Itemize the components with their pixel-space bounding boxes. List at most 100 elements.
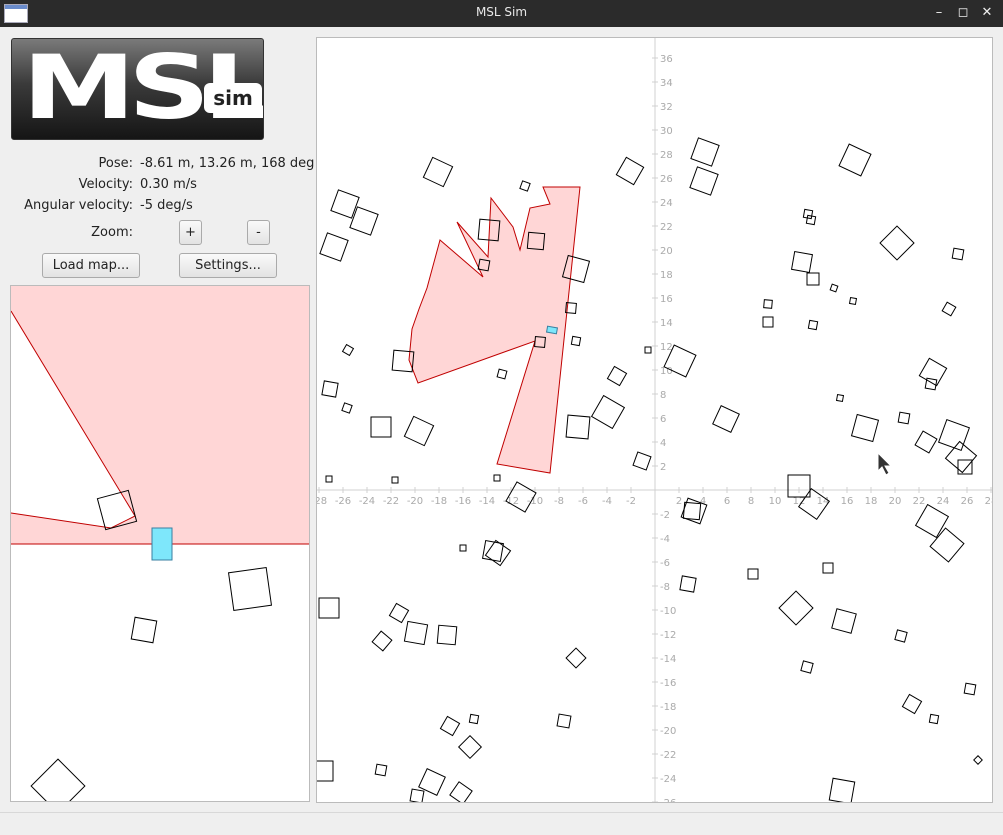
obstacle xyxy=(319,232,349,262)
obstacle xyxy=(848,296,858,306)
x-tick-label: 2 xyxy=(676,496,682,507)
obstacle xyxy=(806,272,820,286)
obstacle xyxy=(929,527,965,563)
y-tick-label: 36 xyxy=(660,54,673,65)
local-robot xyxy=(151,527,173,561)
local-obstacle xyxy=(30,758,86,801)
zoom-in-button[interactable]: + xyxy=(179,220,202,245)
obstacle xyxy=(590,394,626,430)
obstacle xyxy=(828,777,856,802)
obstacle xyxy=(436,624,458,646)
y-tick-label: 2 xyxy=(660,462,666,473)
settings-button[interactable]: Settings... xyxy=(179,253,277,278)
map-axes: -28-26-24-22-20-18-16-14-12-10-8-6-4-224… xyxy=(317,38,992,803)
obstacle xyxy=(924,377,938,391)
local-scan-area xyxy=(11,286,309,544)
x-tick-label: -28 xyxy=(317,496,327,507)
y-tick-label: 26 xyxy=(660,174,673,185)
y-tick-label: -12 xyxy=(660,630,676,641)
obstacle xyxy=(370,416,392,438)
obstacle xyxy=(763,299,773,309)
angular-velocity-value: -5 deg/s xyxy=(140,198,193,213)
y-tick-label: -2 xyxy=(660,510,670,521)
maximize-icon[interactable]: ◻ xyxy=(954,4,972,22)
obstacle xyxy=(951,247,965,261)
x-tick-label: -22 xyxy=(383,496,399,507)
local-obstacle xyxy=(227,566,273,612)
obstacle xyxy=(570,335,582,347)
close-icon[interactable]: ✕ xyxy=(978,4,996,22)
obstacle xyxy=(374,763,388,777)
x-tick-label: 8 xyxy=(748,496,754,507)
x-tick-label: 6 xyxy=(724,496,730,507)
obstacle xyxy=(800,660,814,674)
obstacle xyxy=(632,451,652,471)
x-tick-label: -16 xyxy=(455,496,471,507)
world-map-view[interactable]: -28-26-24-22-20-18-16-14-12-10-8-6-4-224… xyxy=(316,37,993,803)
y-tick-label: -18 xyxy=(660,702,676,713)
obstacle xyxy=(835,393,845,403)
velocity-value: 0.30 m/s xyxy=(140,177,197,192)
x-tick-label: -2 xyxy=(626,496,636,507)
obstacle xyxy=(805,214,817,226)
logo-badge: sim xyxy=(204,83,262,113)
x-tick-label: 20 xyxy=(889,496,902,507)
obstacle xyxy=(918,357,948,387)
y-tick-label: 32 xyxy=(660,102,673,113)
pose-value: -8.61 m, 13.26 m, 168 deg xyxy=(140,156,315,171)
y-tick-label: 34 xyxy=(660,78,673,89)
x-tick-label: -14 xyxy=(479,496,495,507)
local-view-canvas xyxy=(11,286,309,801)
load-map-button[interactable]: Load map... xyxy=(42,253,140,278)
obstacle xyxy=(679,575,697,593)
obstacle xyxy=(802,208,814,220)
x-tick-label: 22 xyxy=(913,496,926,507)
obstacle xyxy=(341,343,355,357)
y-tick-label: 8 xyxy=(660,390,666,401)
obstacle xyxy=(388,602,410,624)
obstacle xyxy=(644,346,652,354)
x-tick-label: -12 xyxy=(503,496,519,507)
y-tick-label: -6 xyxy=(660,558,670,569)
velocity-label: Velocity: xyxy=(78,177,133,192)
x-tick-label: 12 xyxy=(793,496,806,507)
obstacle xyxy=(850,413,880,443)
y-tick-label: 4 xyxy=(660,438,666,449)
obstacle xyxy=(901,693,923,715)
y-tick-label: -4 xyxy=(660,534,670,545)
obstacle xyxy=(493,474,501,482)
y-tick-label: -26 xyxy=(660,798,676,803)
mouse-cursor-icon xyxy=(877,451,893,476)
x-tick-label: 14 xyxy=(817,496,830,507)
zoom-out-button[interactable]: - xyxy=(247,220,270,245)
window-title: MSL Sim xyxy=(475,5,528,19)
obstacle xyxy=(928,713,940,725)
y-tick-label: 22 xyxy=(660,222,673,233)
x-tick-label: 24 xyxy=(937,496,950,507)
x-tick-label: 10 xyxy=(769,496,782,507)
y-tick-label: -24 xyxy=(660,774,676,785)
y-tick-label: -10 xyxy=(660,606,676,617)
pose-label: Pose: xyxy=(98,156,133,171)
angular-velocity-label: Angular velocity: xyxy=(24,198,133,213)
obstacle xyxy=(897,411,911,425)
obstacle xyxy=(409,788,425,802)
obstacle xyxy=(403,415,435,447)
obstacle xyxy=(565,647,587,669)
y-tick-label: -16 xyxy=(660,678,676,689)
obstacle xyxy=(914,430,938,454)
obstacle xyxy=(439,715,461,737)
x-tick-label: 26 xyxy=(961,496,974,507)
obstacle xyxy=(838,143,872,177)
obstacle xyxy=(787,474,811,498)
minimize-icon[interactable]: – xyxy=(930,4,948,22)
obstacle xyxy=(391,476,399,484)
y-tick-label: 16 xyxy=(660,294,673,305)
obstacle xyxy=(321,380,339,398)
x-tick-label: -4 xyxy=(602,496,612,507)
obstacle xyxy=(762,316,774,328)
obstacle xyxy=(822,562,834,574)
world-map-canvas[interactable]: -28-26-24-22-20-18-16-14-12-10-8-6-4-224… xyxy=(317,38,993,803)
zoom-label: Zoom: xyxy=(91,225,133,240)
obstacle xyxy=(941,301,957,317)
